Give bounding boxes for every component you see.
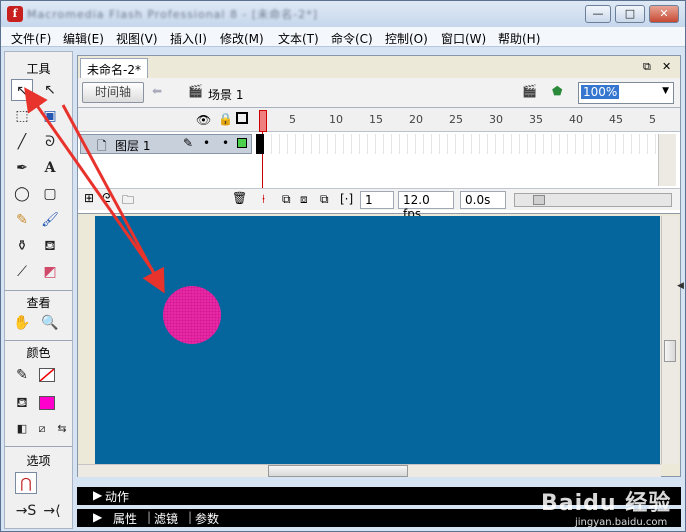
annotation-arrows <box>24 87 165 294</box>
watermark-url: jingyan.baidu.com <box>575 517 668 528</box>
arrow-to-selection-tool <box>24 87 155 272</box>
watermark-brand: Baidu 经验 <box>541 491 672 516</box>
baidu-watermark: Baidu 经验 jingyan.baidu.com <box>541 485 681 529</box>
arrow-to-circle <box>61 104 165 294</box>
app-window: f Macromedia Flash Professional 8 - [未命名… <box>0 0 686 532</box>
